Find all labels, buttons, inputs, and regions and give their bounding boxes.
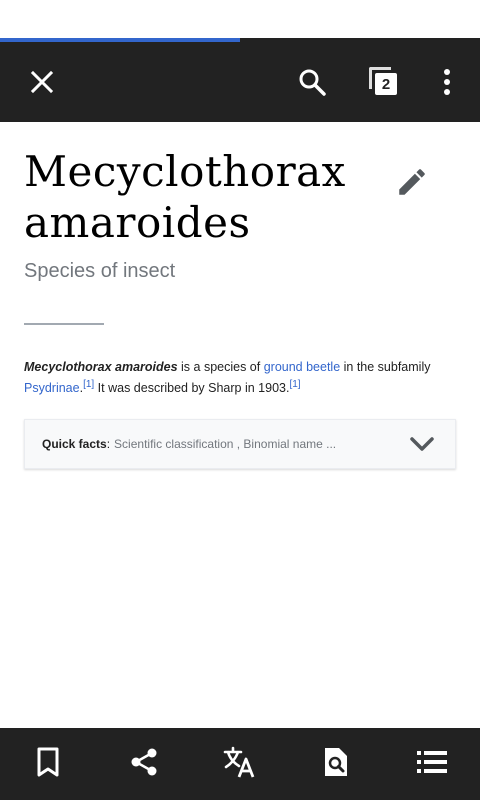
quick-facts-box[interactable]: Quick facts: Scientific classification ,… <box>24 419 456 469</box>
close-button[interactable] <box>10 42 74 122</box>
intro-text-4: It was described by Sharp in 1903. <box>94 381 290 395</box>
quick-facts-label: Quick facts <box>42 437 107 451</box>
page-description: Species of insect <box>24 260 176 282</box>
tabs-count-badge: 2 <box>375 73 397 95</box>
bottom-action-bar <box>0 728 480 800</box>
table-of-contents-button[interactable] <box>400 728 464 800</box>
ground-beetle-link[interactable]: ground beetle <box>264 360 340 374</box>
overflow-menu-button[interactable] <box>415 42 479 122</box>
reference-link-2[interactable]: [1] <box>289 379 300 390</box>
article-subject-name: Mecyclothorax amaroides <box>24 360 178 374</box>
more-vert-icon <box>443 68 451 96</box>
search-icon <box>298 68 326 96</box>
edit-description-button[interactable] <box>392 162 432 206</box>
contents-icon <box>417 750 447 779</box>
share-button[interactable] <box>112 728 176 800</box>
translate-icon <box>223 746 257 783</box>
find-in-page-button[interactable] <box>304 728 368 800</box>
top-toolbar: 2 <box>0 42 480 122</box>
bookmark-icon <box>36 747 60 782</box>
language-button[interactable] <box>208 728 272 800</box>
quick-facts-separator: : <box>106 437 111 451</box>
quick-facts-summary: Scientific classification , Binomial nam… <box>114 437 337 451</box>
save-page-button[interactable] <box>16 728 80 800</box>
reference-link-1[interactable]: [1] <box>83 379 94 390</box>
share-icon <box>129 747 159 782</box>
intro-text-2: in the subfamily <box>340 360 431 374</box>
find-in-page-icon <box>323 746 349 783</box>
tabs-icon: 2 <box>368 66 400 98</box>
chevron-down-icon <box>409 434 435 459</box>
close-icon <box>30 70 54 94</box>
title-divider <box>24 323 104 325</box>
psydrinae-link[interactable]: Psydrinae <box>24 381 80 395</box>
tabs-button[interactable]: 2 <box>352 42 416 122</box>
search-button[interactable] <box>280 42 344 122</box>
intro-text-1: is a species of <box>177 360 264 374</box>
intro-paragraph: Mecyclothorax amaroides is a species of … <box>24 357 456 399</box>
pencil-icon <box>395 165 429 204</box>
status-area <box>0 0 480 38</box>
